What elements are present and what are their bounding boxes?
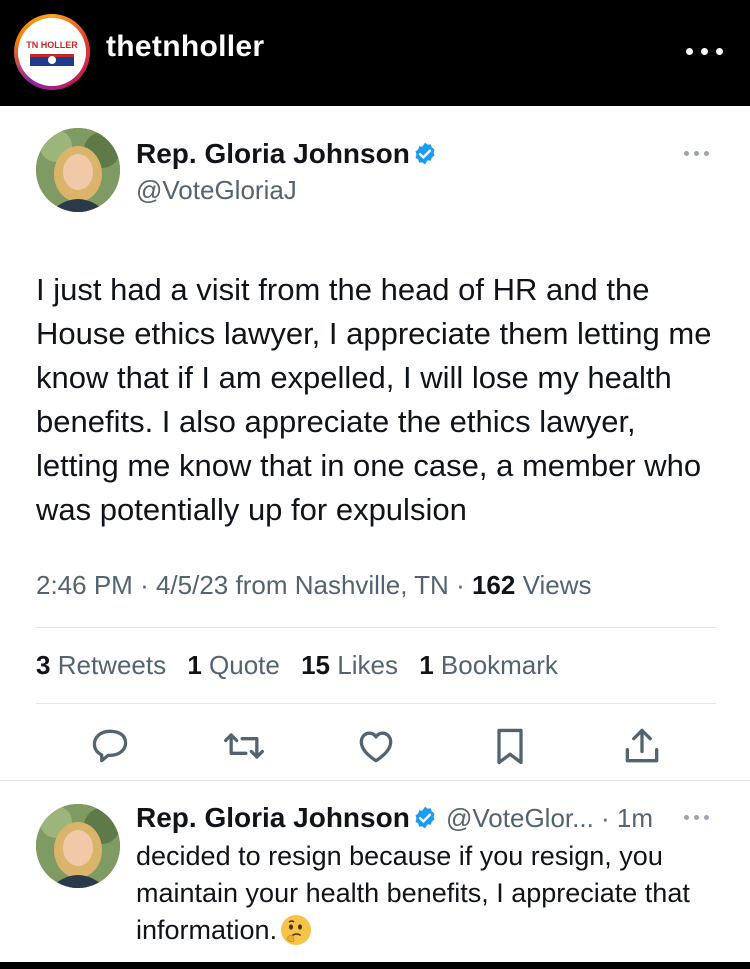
- quotes-label: Quote: [209, 650, 280, 680]
- retweets-count: 3: [36, 650, 51, 680]
- tweet-stats: 3 Retweets 1 Quote 15 Likes 1 Bookmark: [36, 650, 572, 681]
- reply-author-avatar[interactable]: [36, 804, 120, 888]
- divider: [36, 703, 716, 704]
- retweet-icon[interactable]: [222, 724, 266, 768]
- views-label: Views: [522, 570, 592, 600]
- likes-count: 15: [301, 650, 331, 680]
- thinking-face-emoji: [281, 915, 312, 945]
- author-avatar[interactable]: [36, 128, 120, 212]
- account-name[interactable]: thetnholler: [106, 30, 264, 64]
- tweet-meta: 2:46 PM · 4/5/23 from Nashville, TN · 16…: [36, 570, 591, 601]
- bookmarks-count: 1: [419, 650, 434, 680]
- bookmarks-stat[interactable]: 1 Bookmark: [419, 650, 558, 680]
- reply-author-photo: [36, 804, 120, 888]
- tweet-time[interactable]: 2:46 PM: [36, 570, 133, 600]
- author-handle[interactable]: @VoteGloriaJ: [136, 175, 297, 206]
- likes-label: Likes: [337, 650, 398, 680]
- retweets-stat[interactable]: 3 Retweets: [36, 650, 166, 680]
- divider: [36, 627, 716, 628]
- bookmarks-label: Bookmark: [440, 650, 558, 680]
- avatar-logo-container: TN HOLLER: [18, 18, 86, 86]
- reply-more-icon[interactable]: [684, 812, 714, 822]
- tweet-more-icon[interactable]: [684, 148, 714, 158]
- reply-author-name[interactable]: Rep. Gloria Johnson: [136, 802, 410, 834]
- logo-text: TN HOLLER: [26, 40, 78, 50]
- more-icon[interactable]: [680, 36, 730, 66]
- tweet-location: from Nashville, TN: [235, 570, 449, 600]
- bookmark-icon[interactable]: [488, 724, 532, 768]
- reply-text-block: decided to resign because if you resign,…: [136, 838, 716, 949]
- tn-holler-logo: TN HOLLER: [18, 18, 86, 86]
- quotes-count: 1: [187, 650, 202, 680]
- author-photo: [36, 128, 120, 212]
- tweet-text: I just had a visit from the head of HR a…: [36, 272, 712, 527]
- retweets-label: Retweets: [57, 650, 167, 680]
- instagram-header: TN HOLLER thetnholler: [0, 0, 750, 106]
- bottom-border: [0, 962, 750, 969]
- author-name[interactable]: Rep. Gloria Johnson: [136, 138, 410, 170]
- meta-separator: ·: [140, 570, 156, 600]
- meta-separator: ·: [456, 570, 472, 600]
- like-icon[interactable]: [354, 724, 398, 768]
- reply-handle-text: @VoteGlor...: [446, 803, 594, 833]
- views-count: 162: [471, 570, 516, 600]
- tweet-date[interactable]: 4/5/23: [156, 570, 228, 600]
- likes-stat[interactable]: 15 Likes: [301, 650, 398, 680]
- share-icon[interactable]: [620, 724, 664, 768]
- verified-badge-icon: [415, 806, 435, 829]
- reply-age: · 1m: [601, 803, 654, 833]
- reply-icon[interactable]: [88, 724, 132, 768]
- quotes-stat[interactable]: 1 Quote: [187, 650, 280, 680]
- account-avatar[interactable]: TN HOLLER: [14, 14, 90, 90]
- reply-handle[interactable]: @VoteGlor... · 1m: [446, 803, 653, 834]
- divider: [0, 780, 750, 781]
- reply-text: decided to resign because if you resign,…: [136, 841, 690, 945]
- verified-badge-icon: [415, 142, 435, 165]
